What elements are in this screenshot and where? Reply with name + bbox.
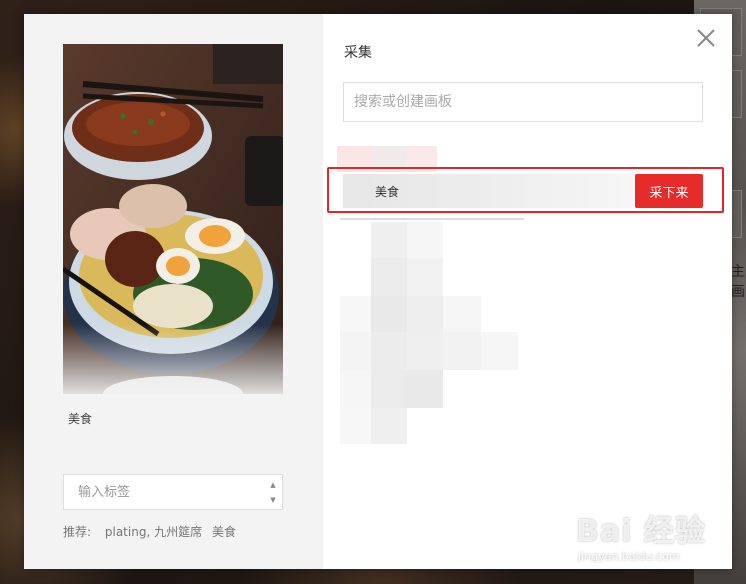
blurred-block <box>340 296 371 332</box>
spinner-up-icon[interactable]: ▲ <box>266 478 280 492</box>
blurred-block <box>407 222 443 258</box>
board-item[interactable]: 美食 采下来 <box>343 174 703 208</box>
tag-input[interactable] <box>64 475 278 509</box>
divider <box>340 218 524 220</box>
collect-modal: 美食 ▲ ▼ 推荐: plating, 九州筵席 美食 采集 <box>24 14 732 569</box>
pin-image <box>63 44 283 394</box>
blurred-block <box>337 146 371 172</box>
board-name: 美食 <box>375 185 400 199</box>
recommended-tags: 推荐: plating, 九州筵席 美食 <box>63 523 236 540</box>
close-icon <box>697 29 715 47</box>
pin-description: 美食 <box>68 412 93 426</box>
spinner-down-icon[interactable]: ▼ <box>266 493 280 507</box>
blurred-block <box>371 296 407 332</box>
blurred-block <box>407 146 437 172</box>
blurred-block <box>371 370 407 408</box>
blurred-block <box>371 146 407 172</box>
recommended-tag[interactable]: 美食 <box>212 525 236 539</box>
blurred-block <box>481 332 518 370</box>
collect-button[interactable]: 采下来 <box>635 174 703 208</box>
blurred-block <box>340 332 371 370</box>
board-search-box <box>343 82 703 122</box>
tag-input-box: ▲ ▼ <box>63 474 283 510</box>
blurred-block <box>407 258 443 296</box>
close-button[interactable] <box>695 27 717 49</box>
recommend-label: 推荐: <box>63 525 92 539</box>
blurred-block <box>371 222 407 258</box>
blurred-block <box>443 296 481 332</box>
blurred-block <box>407 296 443 332</box>
blurred-block <box>407 332 443 370</box>
board-search-input[interactable] <box>344 83 702 121</box>
blurred-block <box>443 332 481 370</box>
blurred-block <box>407 370 443 408</box>
blurred-block <box>340 370 371 408</box>
blurred-block <box>371 332 407 370</box>
recommended-tag[interactable]: plating, <box>105 525 150 539</box>
blurred-block <box>371 408 407 444</box>
recommended-tag[interactable]: 九州筵席 <box>154 525 202 539</box>
blurred-block <box>340 408 371 444</box>
ramen-photo <box>63 44 283 394</box>
pin-preview-pane: 美食 ▲ ▼ 推荐: plating, 九州筵席 美食 <box>24 14 323 569</box>
modal-title: 采集 <box>344 45 372 61</box>
blurred-block <box>371 258 407 296</box>
